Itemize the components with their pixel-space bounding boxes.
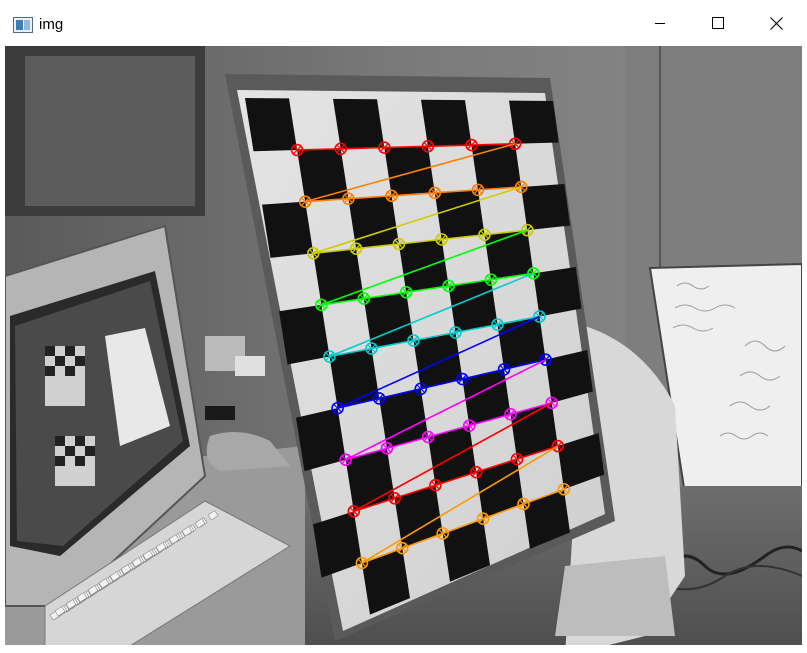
checker-square bbox=[421, 99, 472, 147]
checker-square bbox=[313, 248, 364, 305]
checker-square bbox=[521, 184, 571, 231]
close-icon bbox=[769, 16, 783, 30]
checker-square bbox=[296, 408, 346, 472]
checker-square bbox=[448, 279, 498, 333]
maximize-icon bbox=[712, 17, 724, 29]
checker-square bbox=[333, 98, 385, 149]
image-window: img bbox=[0, 0, 807, 653]
window-title: img bbox=[39, 16, 64, 33]
minimize-icon bbox=[655, 23, 665, 24]
window-border-bottom bbox=[0, 645, 807, 653]
checker-square bbox=[329, 348, 380, 409]
desk-phone bbox=[205, 406, 235, 420]
maximize-button[interactable] bbox=[689, 0, 747, 46]
image-canvas[interactable] bbox=[5, 46, 802, 649]
checker-square bbox=[398, 239, 449, 293]
checker-square bbox=[471, 143, 522, 190]
cabinet-door bbox=[25, 56, 195, 206]
opencv-image-window-icon bbox=[13, 17, 33, 33]
desk-paper bbox=[235, 356, 265, 376]
close-button[interactable] bbox=[747, 0, 805, 46]
checker-square bbox=[509, 100, 559, 144]
minimize-button[interactable] bbox=[631, 0, 689, 46]
window-border-right bbox=[802, 46, 807, 653]
checker-square bbox=[297, 148, 349, 202]
checker-square bbox=[384, 146, 435, 196]
person-jeans bbox=[555, 556, 675, 636]
checker-square bbox=[262, 201, 314, 258]
checker-square bbox=[245, 98, 298, 152]
checker-square bbox=[348, 195, 399, 249]
checker-square bbox=[279, 304, 330, 365]
checker-square bbox=[533, 267, 582, 317]
checker-square bbox=[434, 189, 485, 240]
title-bar[interactable]: img bbox=[0, 0, 807, 46]
calibration-photo bbox=[5, 46, 802, 649]
